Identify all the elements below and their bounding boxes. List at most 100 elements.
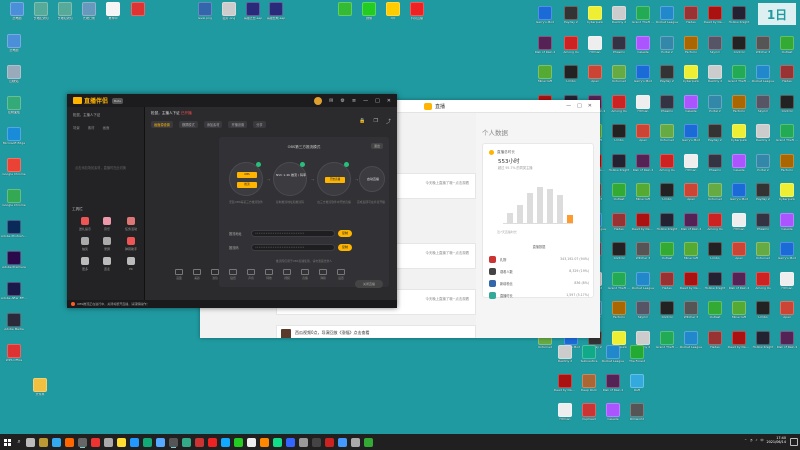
taskbar-app-icon[interactable] bbox=[156, 437, 165, 447]
taskbar-app-icon[interactable] bbox=[260, 437, 269, 447]
taskbar-app-icon[interactable] bbox=[26, 437, 35, 447]
share-button[interactable]: 分享 bbox=[253, 121, 266, 128]
desktop-icon[interactable] bbox=[125, 2, 151, 28]
taskbar-app-icon[interactable] bbox=[325, 437, 334, 447]
bottom-tool[interactable]: 特效 bbox=[265, 268, 273, 280]
tab-scene[interactable]: 场景 bbox=[73, 125, 80, 130]
taskbar-app-icon[interactable] bbox=[299, 437, 308, 447]
taskbar-app-icon[interactable] bbox=[195, 437, 204, 447]
game-icon[interactable]: Payday 2 bbox=[704, 124, 726, 150]
ime-indicator[interactable]: 中 bbox=[760, 438, 763, 442]
game-icon[interactable]: Risk of Rain 2 bbox=[534, 35, 556, 62]
game-icon[interactable]: Grand Theft Auto V bbox=[608, 271, 630, 298]
game-icon[interactable]: Apex bbox=[584, 65, 606, 91]
game-icon[interactable]: Portal 2 bbox=[656, 35, 678, 62]
game-icon[interactable]: Factorio bbox=[680, 35, 702, 62]
taskbar-app-icon[interactable] bbox=[221, 437, 230, 447]
game-icon[interactable]: Payday 2 bbox=[752, 183, 774, 209]
game-icon[interactable]: Factorio bbox=[608, 301, 630, 327]
game-icon[interactable]: Hollow Knight bbox=[656, 212, 678, 239]
desktop-icon[interactable]: Microsoft Edge bbox=[1, 127, 27, 153]
game-icon[interactable]: Unturned bbox=[656, 124, 678, 150]
game-icon[interactable]: Rocket League bbox=[752, 65, 774, 91]
game-icon[interactable]: Garry's Mod bbox=[776, 242, 798, 268]
game-icon[interactable]: Risk of Rain 2 bbox=[680, 212, 702, 239]
bottom-tool[interactable]: 美颜 bbox=[193, 268, 201, 280]
game-icon[interactable]: Control bbox=[728, 35, 750, 62]
version-badge[interactable]: Beta bbox=[112, 97, 123, 104]
game-icon[interactable]: Risk of Rain 2 bbox=[776, 330, 798, 357]
game-icon[interactable]: Garry's Mod bbox=[680, 124, 702, 150]
game-icon[interactable]: Celeste bbox=[632, 35, 654, 62]
game-icon[interactable]: Skyrim bbox=[752, 94, 774, 121]
game-icon[interactable]: Cuphead bbox=[578, 403, 600, 429]
desktop-icon[interactable]: Adobe Media bbox=[1, 313, 27, 339]
desktop-icon[interactable]: 长裙配通知 bbox=[28, 2, 54, 28]
game-icon[interactable]: Outlast bbox=[656, 242, 678, 268]
game-icon[interactable]: Skyrim bbox=[632, 301, 654, 327]
game-icon[interactable]: Hades bbox=[656, 271, 678, 298]
game-icon[interactable]: Garry's Mod bbox=[534, 6, 556, 32]
tool-item[interactable]: PK bbox=[121, 257, 141, 277]
game-icon[interactable]: Hollow Knight bbox=[704, 271, 726, 298]
desktop-icon[interactable]: 推荐中 bbox=[100, 2, 126, 28]
game-icon[interactable]: Hades bbox=[776, 65, 798, 91]
game-icon[interactable]: Destiny 2 bbox=[752, 124, 774, 150]
desktop-icon[interactable]: WPS Office bbox=[1, 344, 27, 370]
game-icon[interactable]: Subnautica bbox=[578, 345, 600, 371]
bottom-tool[interactable]: 贴纸 bbox=[229, 268, 237, 280]
minimize-icon[interactable]: — bbox=[566, 103, 571, 109]
game-icon[interactable]: Celeste bbox=[728, 153, 750, 180]
taskbar-app-icon[interactable] bbox=[91, 437, 100, 447]
desktop-icon[interactable] bbox=[332, 2, 358, 28]
bottom-tool[interactable]: 设置 bbox=[337, 268, 345, 280]
taskbar-app-icon[interactable] bbox=[143, 437, 152, 447]
tool-item[interactable]: 送礼提示 bbox=[75, 217, 95, 237]
volume-icon[interactable]: ♪ bbox=[756, 438, 758, 442]
desktop-icon[interactable]: 微信 bbox=[356, 2, 382, 28]
taskbar-app-icon[interactable] bbox=[117, 437, 126, 447]
tab-screen[interactable]: 画面 bbox=[103, 125, 110, 130]
game-icon[interactable]: Hitman bbox=[584, 35, 606, 62]
desktop-icon[interactable]: 长裙和通知 bbox=[52, 2, 78, 28]
tab-material[interactable]: 素材 bbox=[88, 125, 95, 130]
up-arrow-icon[interactable]: ^ bbox=[744, 438, 747, 442]
game-icon[interactable]: Cyberpunk bbox=[680, 65, 702, 91]
desktop-icon[interactable]: 文件夹 bbox=[27, 378, 53, 404]
game-icon[interactable]: Outlast bbox=[776, 35, 798, 62]
game-icon[interactable]: Destiny 2 bbox=[608, 6, 630, 32]
game-icon[interactable]: Limbo bbox=[656, 183, 678, 209]
desktop-icon[interactable]: 长裙日前 bbox=[76, 2, 102, 28]
game-icon[interactable]: Grand Theft Auto V bbox=[728, 65, 750, 91]
taskbar-app-icon[interactable] bbox=[338, 437, 347, 447]
game-icon[interactable]: Hitman bbox=[680, 153, 702, 180]
game-icon[interactable]: Risk of Rain 2 bbox=[728, 271, 750, 298]
taskbar-app-icon[interactable] bbox=[351, 437, 360, 447]
notification-center-icon[interactable] bbox=[790, 438, 798, 446]
game-icon[interactable]: Rocket League bbox=[656, 6, 678, 32]
lock-icon[interactable]: 🔒 bbox=[359, 118, 365, 125]
game-icon[interactable]: Destiny 2 bbox=[704, 65, 726, 91]
desktop-icon[interactable]: level.png bbox=[192, 2, 218, 28]
desktop-icon[interactable]: 回收站 bbox=[1, 65, 27, 91]
game-icon[interactable]: Outlast bbox=[704, 301, 726, 327]
game-icon[interactable]: Rocket League bbox=[680, 330, 702, 357]
taskbar-app-icon[interactable] bbox=[52, 437, 61, 447]
taskbar-app-icon[interactable] bbox=[104, 437, 113, 447]
game-icon[interactable]: Unturned bbox=[752, 242, 774, 268]
desktop-icon[interactable]: 此电脑 bbox=[4, 2, 30, 28]
menu-icon[interactable]: ≡ bbox=[352, 98, 356, 104]
game-icon[interactable]: Among Us bbox=[560, 35, 582, 62]
game-icon[interactable]: Grand Theft Auto V bbox=[632, 6, 654, 32]
game-icon[interactable]: Among Us bbox=[656, 153, 678, 180]
game-icon[interactable]: Apex bbox=[680, 183, 702, 209]
game-icon[interactable]: Unturned bbox=[608, 65, 630, 91]
tool-item[interactable]: 更多 bbox=[75, 257, 95, 277]
game-icon[interactable]: Hitman bbox=[554, 403, 576, 429]
tool-item[interactable]: 任务活动 bbox=[121, 217, 141, 237]
game-icon[interactable]: Dead by Daylight bbox=[632, 212, 654, 239]
game-icon[interactable]: Portal 2 bbox=[752, 153, 774, 180]
taskbar-app-icon[interactable] bbox=[182, 437, 191, 447]
push-key-field[interactable]: •••••••••••••••••••••••••••• bbox=[251, 243, 335, 251]
close-icon[interactable]: ✕ bbox=[387, 98, 391, 104]
